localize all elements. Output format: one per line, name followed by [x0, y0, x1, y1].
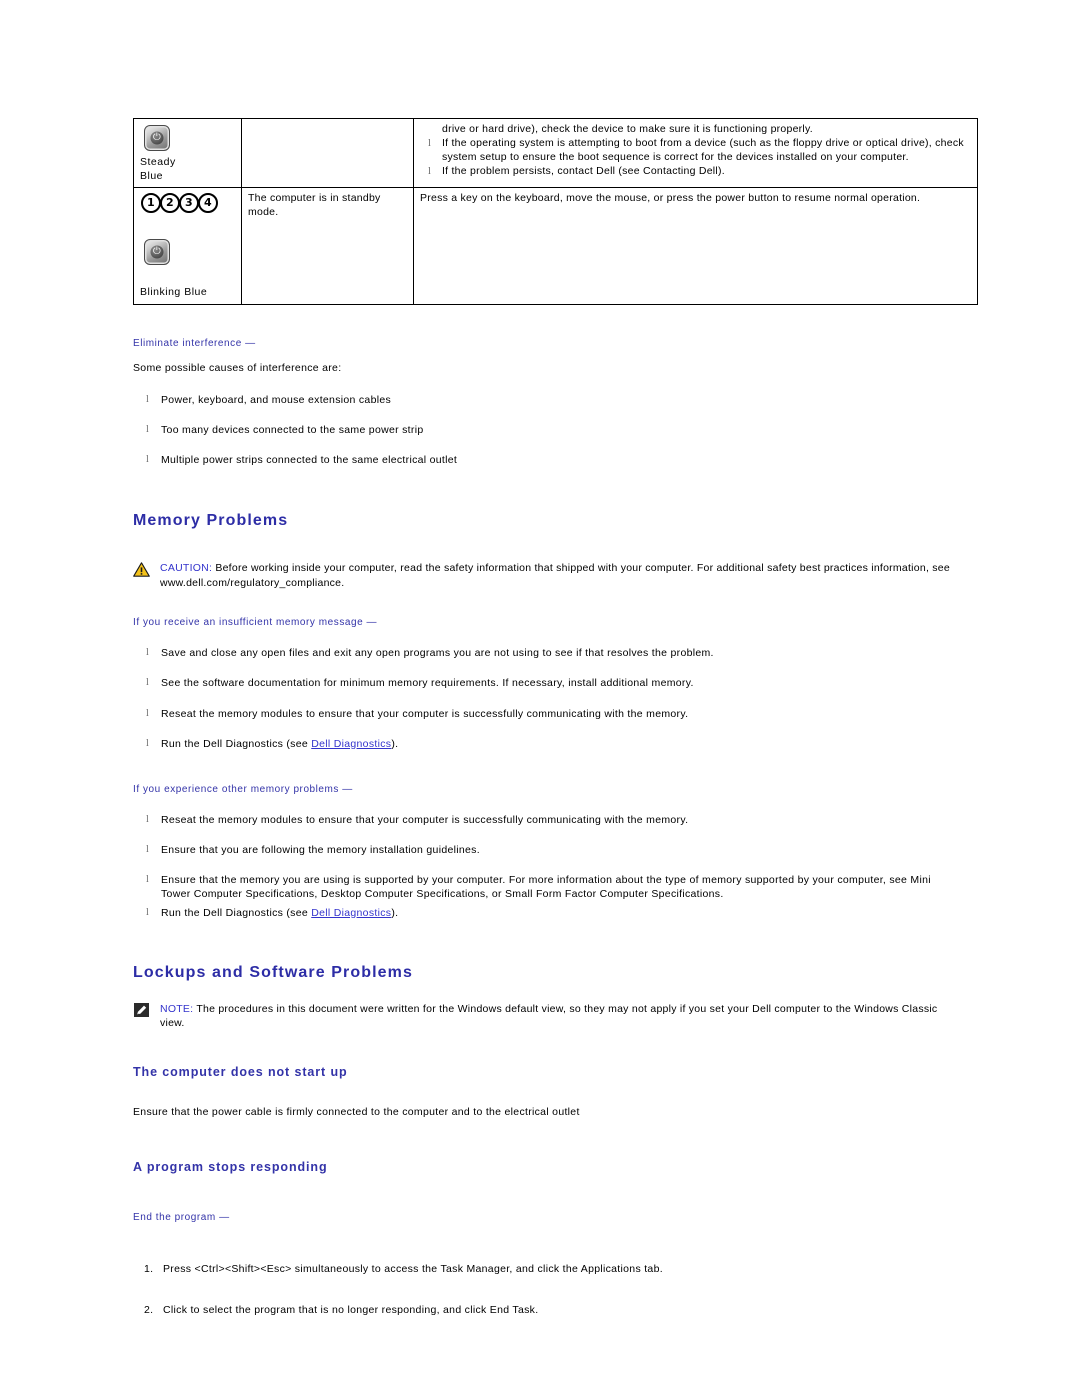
warning-triangle-icon — [133, 562, 150, 577]
power-button-icon: ⏻ — [144, 125, 170, 151]
other-memory-problems-list: Reseat the memory modules to ensure that… — [133, 813, 953, 920]
light-indicator-cell: ⏻ Steady Blue — [133, 117, 242, 189]
end-program-steps-list: Press <Ctrl><Shift><Esc> simultaneously … — [133, 1262, 953, 1318]
computer-does-not-start-heading: The computer does not start up — [133, 1064, 348, 1079]
light-indicator-cell: 1 2 3 4 ⏻ Blinking Blue — [133, 187, 242, 305]
list-item: Press <Ctrl><Shift><Esc> simultaneously … — [144, 1262, 663, 1276]
run-diagnostics-suffix: ). — [391, 737, 399, 750]
list-item: Run the Dell Diagnostics (see Dell Diagn… — [133, 906, 953, 920]
interference-causes-list: Power, keyboard, and mouse extension cab… — [133, 393, 953, 468]
other-memory-problems-heading: If you experience other memory problems … — [133, 783, 353, 795]
light-state-label: Blinking Blue — [140, 286, 208, 299]
table-row: 1 2 3 4 ⏻ Blinking Blue The computer is … — [133, 187, 978, 305]
power-button-icon: ⏻ — [144, 239, 170, 266]
list-item: If the problem persists, contact Dell (s… — [420, 165, 972, 179]
suggested-resolution-cell: Press a key on the keyboard, move the mo… — [413, 187, 978, 305]
table-row: ⏻ Steady Blue drive or hard drive), chec… — [133, 117, 978, 189]
list-item: Multiple power strips connected to the s… — [133, 453, 953, 467]
memory-problems-section-title: Memory Problems — [133, 512, 289, 530]
diagnostic-lights-table: ⏻ Steady Blue drive or hard drive), chec… — [133, 117, 978, 305]
diagnostic-light-3: 3 — [179, 193, 199, 214]
list-item: Ensure that you are following the memory… — [133, 843, 953, 857]
caution-callout: CAUTION: Before working inside your comp… — [133, 561, 953, 590]
light-state-label: Steady Blue — [140, 156, 176, 183]
light-description-cell: The computer is in standby mode. — [241, 187, 414, 305]
diagnostic-light-2: 2 — [160, 193, 180, 214]
list-item: Ensure that the memory you are using is … — [133, 873, 953, 901]
diagnostic-light-1: 1 — [141, 193, 161, 214]
light-description-cell — [241, 117, 414, 189]
computer-does-not-start-text: Ensure that the power cable is firmly co… — [133, 1105, 580, 1118]
eliminate-interference-heading: Eliminate interference — — [133, 337, 256, 349]
document-page: ⏻ Steady Blue drive or hard drive), chec… — [0, 0, 1080, 1397]
diagnostic-light-4: 4 — [198, 193, 218, 214]
caution-label: CAUTION: — [160, 562, 213, 575]
resolution-lead-text: drive or hard drive), check the device t… — [442, 123, 813, 135]
list-item: Reseat the memory modules to ensure that… — [133, 707, 953, 721]
run-diagnostics-prefix: Run the Dell Diagnostics (see — [161, 737, 312, 750]
list-item: If the operating system is attempting to… — [420, 137, 972, 165]
numbered-diagnostic-lights-icon: 1 2 3 4 — [141, 193, 236, 214]
resolution-list: If the operating system is attempting to… — [420, 137, 972, 179]
dell-diagnostics-link[interactable]: Dell Diagnostics — [311, 907, 391, 919]
power-symbol-glyph: ⏻ — [152, 131, 162, 143]
end-the-program-heading: End the program — — [133, 1211, 230, 1223]
list-item: Too many devices connected to the same p… — [133, 423, 953, 437]
note-text: The procedures in this document were wri… — [160, 1002, 938, 1030]
note-label: NOTE: — [160, 1002, 194, 1015]
document-content: ⏻ Steady Blue drive or hard drive), chec… — [133, 117, 978, 1344]
note-pencil-icon — [134, 1002, 149, 1017]
insufficient-memory-list: Save and close any open files and exit a… — [133, 646, 953, 751]
run-diagnostics-suffix: ). — [391, 906, 399, 919]
power-symbol-glyph: ⏻ — [152, 246, 162, 258]
suggested-resolution-cell: drive or hard drive), check the device t… — [413, 117, 978, 189]
run-diagnostics-prefix: Run the Dell Diagnostics (see — [161, 906, 312, 919]
list-item: See the software documentation for minim… — [133, 676, 953, 690]
note-callout: NOTE: The procedures in this document we… — [133, 1002, 953, 1031]
list-item: Save and close any open files and exit a… — [133, 646, 953, 660]
list-item: Reseat the memory modules to ensure that… — [133, 813, 953, 827]
interference-intro-text: Some possible causes of interference are… — [133, 361, 342, 374]
list-item: Run the Dell Diagnostics (see Dell Diagn… — [133, 737, 953, 751]
list-item: Click to select the program that is no l… — [144, 1303, 539, 1317]
lockups-section-title: Lockups and Software Problems — [133, 963, 413, 981]
caution-text: Before working inside your computer, rea… — [160, 562, 950, 589]
list-item: Power, keyboard, and mouse extension cab… — [133, 393, 953, 407]
insufficient-memory-heading: If you receive an insufficient memory me… — [133, 617, 378, 629]
dell-diagnostics-link[interactable]: Dell Diagnostics — [311, 738, 391, 750]
program-stops-responding-heading: A program stops responding — [133, 1159, 328, 1174]
